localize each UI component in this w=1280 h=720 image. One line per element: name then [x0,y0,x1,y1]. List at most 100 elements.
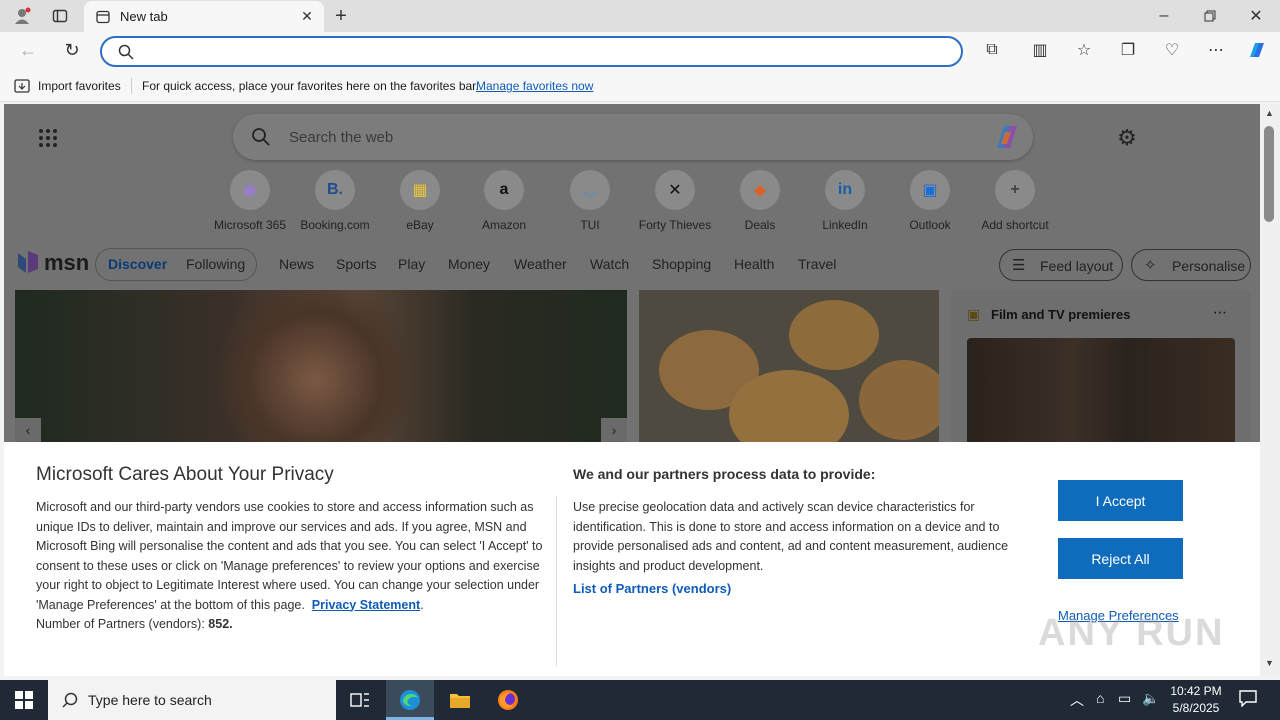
nav-sports[interactable]: Sports [336,256,376,272]
shortcut-booking-com[interactable]: B. Booking.com [295,170,375,232]
nav-money[interactable]: Money [448,256,490,272]
network-icon[interactable]: ▭ [1118,690,1131,707]
search-icon [118,44,134,60]
extensions-icon[interactable]: ⧉ [980,38,1004,62]
shortcut-label: Add shortcut [981,218,1049,232]
clock[interactable]: 10:42 PM 5/8/2025 [1166,683,1226,717]
tab-following[interactable]: Following [186,256,245,272]
page-scrollbar[interactable]: ▲ ▼ [1260,104,1280,676]
address-bar[interactable] [100,36,963,67]
shortcut-label: Forty Thieves [638,218,712,232]
tab-discover[interactable]: Discover [108,256,167,272]
feed-layout-button[interactable]: ☰ Feed layout [999,249,1123,281]
card-more-icon[interactable]: ⋯ [1213,304,1227,321]
show-hidden-icons[interactable]: ︿ [1070,690,1084,710]
sliders-icon: ☰ [1012,257,1026,274]
shortcut-microsoft-365[interactable]: ◉ Microsoft 365 [210,170,290,232]
split-screen-icon[interactable]: ▥ [1028,38,1052,62]
firefox-icon[interactable] [484,680,532,720]
import-favorites-button[interactable]: Import favorites [38,79,121,93]
copilot-icon[interactable] [1244,37,1270,63]
refresh-button[interactable]: ↻ [60,38,84,62]
notifications-icon[interactable] [1238,689,1258,708]
new-tab-button[interactable]: + [330,4,352,28]
nav-shopping[interactable]: Shopping [652,256,711,272]
task-view-icon[interactable] [336,680,384,720]
nav-play[interactable]: Play [398,256,425,272]
web-search-box[interactable]: Search the web [233,114,1033,160]
file-explorer-icon[interactable] [436,680,484,720]
carousel-next-button[interactable]: › [601,418,627,442]
minimize-button[interactable]: – [1150,4,1178,28]
shortcut-label: LinkedIn [822,218,868,232]
privacy-body-text: Microsoft and our third-party vendors us… [36,500,543,612]
shortcut-deals[interactable]: ◆ Deals [720,170,800,232]
scrollbar-thumb[interactable] [1264,126,1274,222]
collections-icon[interactable]: ❐ [1116,38,1140,62]
film-tv-image[interactable] [967,338,1235,442]
shortcut-amazon[interactable]: a Amazon [464,170,544,232]
add-favorite-icon[interactable]: ☆ [1072,38,1096,62]
device-icon[interactable]: ⌂ [1096,690,1104,706]
back-button[interactable]: ← [16,38,40,62]
tab-new-tab[interactable]: New tab ✕ [84,1,324,32]
tab-actions-icon[interactable] [46,4,74,28]
shortcut-label: Outlook [909,218,951,232]
shortcut-label: Deals [744,218,776,232]
msn-logo[interactable]: msn [16,249,89,277]
personalise-button[interactable]: ✧ Personalise [1131,249,1251,281]
page-settings-icon[interactable]: ⚙ [1112,124,1142,152]
browser-essentials-icon[interactable]: ♡ [1160,38,1184,62]
accept-button[interactable]: I Accept [1058,480,1183,521]
manage-favorites-link[interactable]: Manage favorites now [476,79,593,93]
outlook-icon: ▣ [910,170,950,210]
shortcut-label: Booking.com [300,218,370,232]
close-tab-icon[interactable]: ✕ [298,7,316,25]
privacy-statement-link[interactable]: Privacy Statement [312,598,420,612]
cookie-shape [859,360,939,440]
msn-butterfly-icon [18,251,38,273]
nav-watch[interactable]: Watch [590,256,629,272]
linkedin-icon: in [825,170,865,210]
cookie-shape [789,300,879,370]
nav-weather[interactable]: Weather [514,256,567,272]
volume-icon[interactable]: 🔈 [1142,690,1159,707]
shortcut-linkedin[interactable]: in LinkedIn [805,170,885,232]
search-icon [252,128,270,146]
edge-taskbar-icon[interactable] [386,680,434,720]
taskbar-search-box[interactable]: Type here to search [48,680,336,720]
close-window-button[interactable]: ✕ [1242,4,1270,28]
shortcut-label: Amazon [481,218,527,232]
favorites-hint: For quick access, place your favorites h… [142,79,479,93]
nav-travel[interactable]: Travel [798,256,836,272]
carousel-prev-button[interactable]: ‹ [15,418,41,442]
deals-icon: ◆ [740,170,780,210]
scroll-down-icon[interactable]: ▼ [1265,658,1274,668]
hero-story-image[interactable]: ‹ › [15,290,627,442]
shortcut-tui[interactable]: ◡ TUI [550,170,630,232]
tab-strip: New tab ✕ + – ✕ [0,0,1280,32]
restore-button[interactable] [1196,4,1224,28]
list-of-partners-link[interactable]: List of Partners (vendors) [573,581,731,596]
shortcut-outlook[interactable]: ▣ Outlook [890,170,970,232]
shortcut-add-shortcut[interactable]: + Add shortcut [975,170,1055,232]
reject-all-button[interactable]: Reject All [1058,538,1183,579]
privacy-title: Microsoft Cares About Your Privacy [36,464,334,485]
scroll-up-icon[interactable]: ▲ [1265,108,1274,118]
shortcut-forty-thieves[interactable]: ✕ Forty Thieves [635,170,715,232]
start-button[interactable] [0,680,48,720]
nav-news[interactable]: News [279,256,314,272]
search-icon [62,692,78,708]
divider [131,78,132,94]
profile-icon[interactable] [8,4,36,28]
more-menu-icon[interactable]: ⋯ [1204,38,1228,62]
ebay-icon: ▦ [400,170,440,210]
shortcut-ebay[interactable]: ▦ eBay [380,170,460,232]
apps-launcher-icon[interactable] [34,124,62,152]
nav-health[interactable]: Health [734,256,774,272]
privacy-consent-banner: Microsoft Cares About Your Privacy Micro… [4,442,1260,676]
purposes-title: We and our partners process data to prov… [573,466,876,482]
taskbar-search-placeholder: Type here to search [88,692,212,708]
copilot-search-icon[interactable] [991,122,1023,152]
cookies-story-image[interactable] [639,290,939,442]
